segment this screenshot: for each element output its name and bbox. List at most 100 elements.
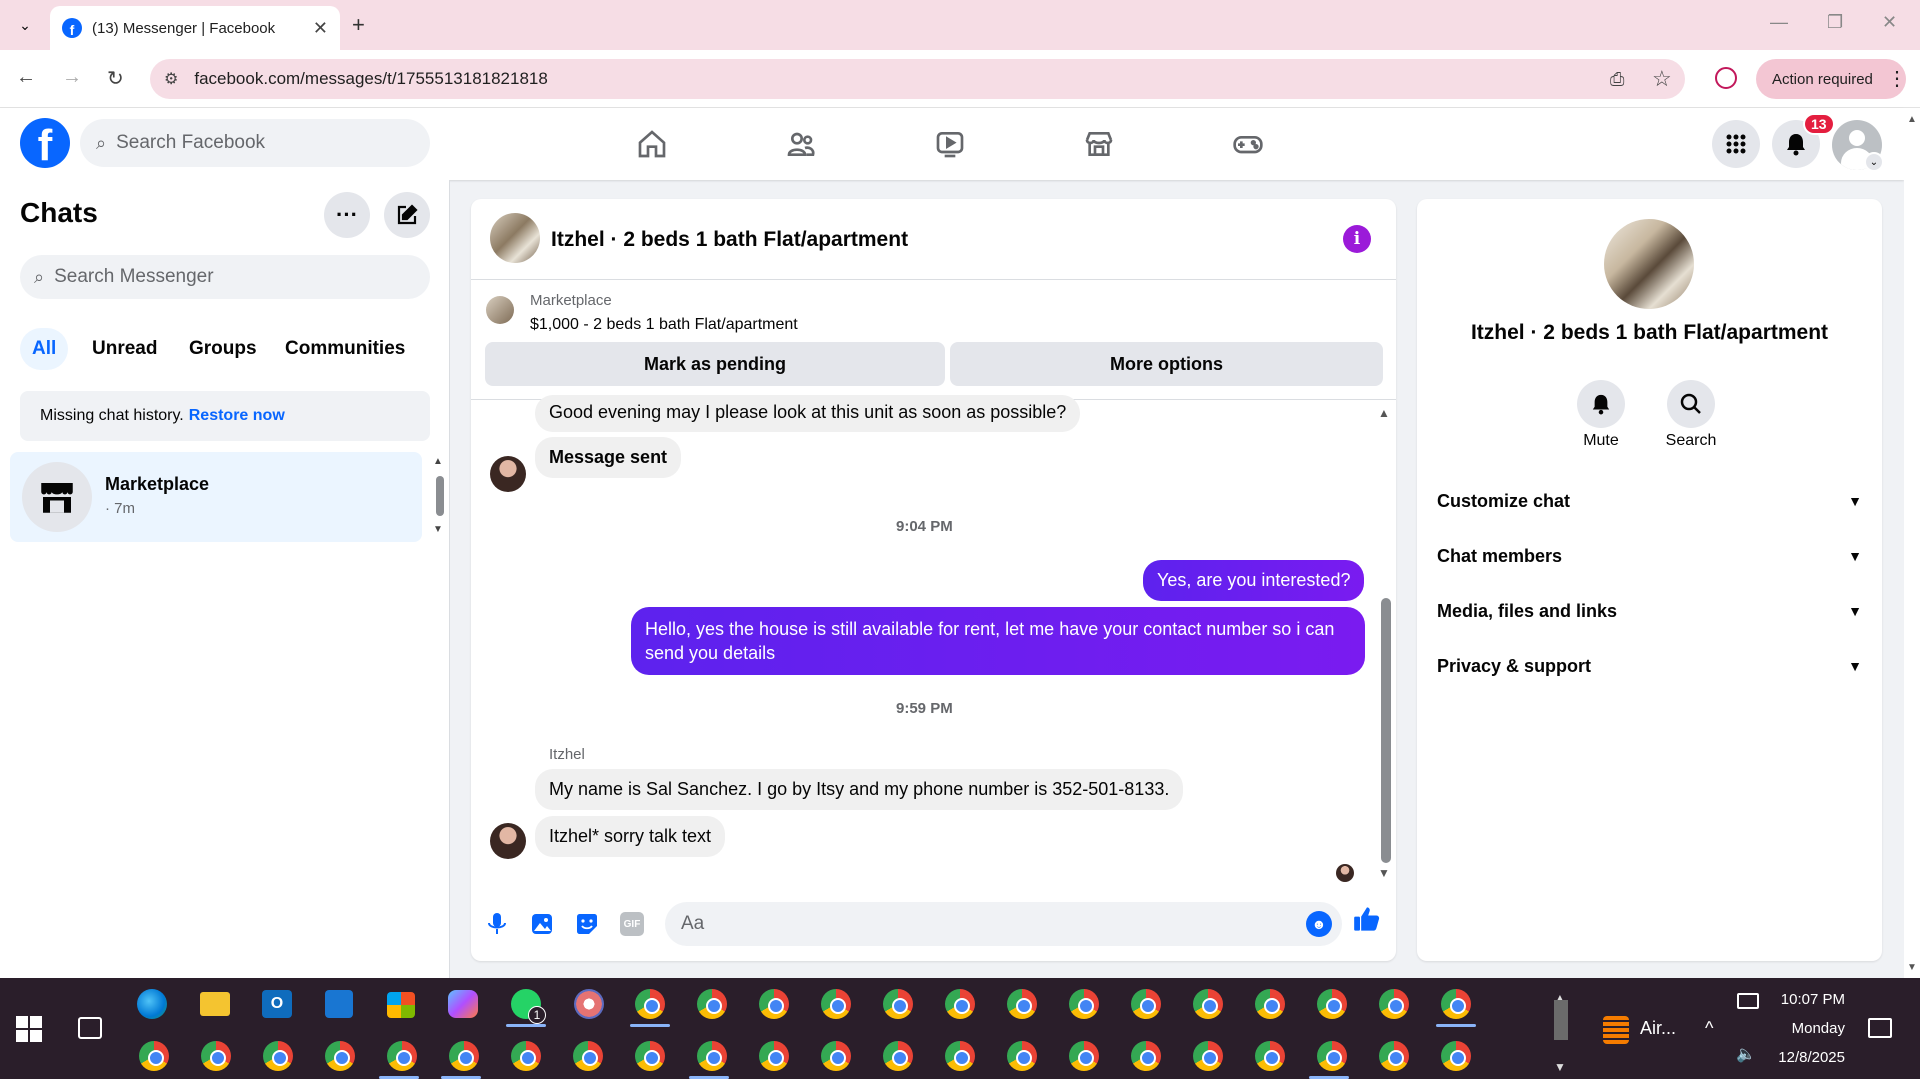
conversation-title[interactable]: Itzhel · 2 beds 1 bath Flat/apartment	[551, 228, 908, 252]
message-bubble-incoming[interactable]: My name is Sal Sanchez. I go by Itsy and…	[535, 769, 1184, 810]
chat-info-avatar[interactable]	[1604, 219, 1694, 309]
message-input[interactable]	[681, 913, 1261, 935]
microsoft-store-icon[interactable]	[387, 992, 415, 1018]
page-scroll-down-icon[interactable]: ▼	[1907, 962, 1917, 973]
chrome-window-icon[interactable]	[1317, 1041, 1347, 1071]
chrome-window-icon[interactable]	[1255, 1041, 1285, 1071]
conversation-scroll-up-icon[interactable]: ▲	[1378, 406, 1390, 420]
privacy-support-section[interactable]: Privacy & support ▼	[1437, 646, 1862, 686]
new-tab-icon[interactable]: +	[352, 12, 365, 38]
clock-day[interactable]: Monday	[1773, 1020, 1845, 1037]
conversation-scroll-down-icon[interactable]: ▼	[1378, 866, 1390, 880]
chats-scroll-down-icon[interactable]: ▼	[433, 524, 443, 535]
chrome-window-icon[interactable]	[1379, 1041, 1409, 1071]
browser-tab[interactable]: f (13) Messenger | Facebook ✕	[50, 6, 340, 50]
chrome-window-icon[interactable]	[883, 1041, 913, 1071]
facebook-search-input[interactable]	[116, 132, 367, 154]
menu-grid-icon[interactable]	[1712, 120, 1760, 168]
message-composer[interactable]	[665, 902, 1342, 946]
marketplace-icon[interactable]	[1074, 122, 1124, 166]
page-scrollbar[interactable]	[1904, 108, 1920, 978]
calendar-icon[interactable]	[325, 990, 353, 1018]
messenger-search-input[interactable]	[54, 266, 395, 288]
chrome-window-icon[interactable]	[697, 989, 727, 1019]
new-message-button[interactable]	[384, 192, 430, 238]
copilot-icon[interactable]	[448, 990, 478, 1018]
customize-chat-section[interactable]: Customize chat ▼	[1437, 481, 1862, 521]
chats-options-button[interactable]: ···	[324, 192, 370, 238]
filter-groups[interactable]: Groups	[177, 328, 269, 370]
chat-members-section[interactable]: Chat members ▼	[1437, 536, 1862, 576]
taskbar-scrollbar-thumb[interactable]	[1554, 1000, 1568, 1040]
chrome-window-icon[interactable]	[1441, 989, 1471, 1019]
conversation-info-icon[interactable]: i	[1343, 225, 1371, 253]
video-icon[interactable]	[925, 122, 975, 166]
chrome-window-icon[interactable]	[759, 1041, 789, 1071]
chrome-window-icon[interactable]	[821, 1041, 851, 1071]
chrome-window-icon[interactable]	[449, 1041, 479, 1071]
restore-icon[interactable]: ❐	[1827, 12, 1843, 33]
chrome-window-icon[interactable]	[635, 989, 665, 1019]
profile-icon[interactable]	[1715, 67, 1737, 89]
chrome-window-icon[interactable]	[1317, 989, 1347, 1019]
page-scroll-up-icon[interactable]: ▲	[1907, 114, 1917, 125]
edge-icon[interactable]	[137, 989, 167, 1019]
mark-as-pending-button[interactable]: Mark as pending	[485, 342, 945, 386]
home-icon[interactable]	[627, 122, 677, 166]
browser-menu-icon[interactable]: ⋮	[1887, 66, 1907, 91]
chrome-window-icon[interactable]	[1255, 989, 1285, 1019]
message-bubble-incoming[interactable]: Good evening may I please look at this u…	[535, 395, 1081, 432]
volume-icon[interactable]: 🔈	[1736, 1044, 1756, 1064]
chrome-window-icon[interactable]	[1007, 989, 1037, 1019]
messenger-search[interactable]: ⌕	[20, 255, 430, 299]
omnibox[interactable]: ⚙ facebook.com/messages/t/17555131818218…	[150, 59, 1685, 99]
message-bubble-outgoing[interactable]: Hello, yes the house is still available …	[631, 607, 1365, 675]
chrome-window-icon[interactable]	[1131, 1041, 1161, 1071]
message-bubble-outgoing[interactable]: Yes, are you interested?	[1143, 560, 1365, 601]
chrome-window-icon[interactable]	[821, 989, 851, 1019]
gif-icon[interactable]: GIF	[620, 912, 644, 936]
media-files-links-section[interactable]: Media, files and links ▼	[1437, 591, 1862, 631]
tab-close-icon[interactable]: ✕	[313, 18, 328, 39]
notification-center-icon[interactable]	[1868, 1018, 1892, 1038]
conversation-scrollbar-thumb[interactable]	[1381, 598, 1391, 863]
facebook-logo-icon[interactable]: f	[20, 118, 70, 168]
chats-scroll-up-icon[interactable]: ▲	[433, 456, 443, 467]
reload-icon[interactable]: ↻	[107, 66, 124, 91]
chrome-window-icon[interactable]	[635, 1041, 665, 1071]
forward-icon[interactable]: →	[62, 66, 82, 89]
restore-now-link[interactable]: Restore now	[189, 407, 285, 425]
chrome-window-icon[interactable]	[1069, 1041, 1099, 1071]
conversation-avatar[interactable]	[490, 213, 540, 263]
clock-time[interactable]: 10:07 PM	[1773, 991, 1845, 1008]
emoji-icon[interactable]: ☻	[1306, 911, 1332, 937]
back-icon[interactable]: ←	[16, 66, 36, 89]
site-settings-icon[interactable]: ⚙	[164, 69, 178, 89]
gaming-icon[interactable]	[1223, 122, 1273, 166]
chrome-window-icon[interactable]	[1131, 989, 1161, 1019]
clock-date[interactable]: 12/8/2025	[1773, 1049, 1845, 1066]
chrome-window-icon[interactable]	[1069, 989, 1099, 1019]
chrome-window-icon[interactable]	[945, 1041, 975, 1071]
chrome-window-icon[interactable]	[883, 989, 913, 1019]
message-bubble-incoming[interactable]: Itzhel* sorry talk text	[535, 816, 726, 857]
thumbs-up-like-icon[interactable]	[1353, 905, 1381, 940]
chrome-window-icon[interactable]	[945, 989, 975, 1019]
filter-unread[interactable]: Unread	[80, 328, 169, 370]
tab-list-chevron-icon[interactable]: ⌄	[10, 10, 40, 40]
bookmark-star-icon[interactable]: ☆	[1652, 66, 1672, 92]
sender-avatar[interactable]	[490, 823, 526, 859]
listing-thumbnail[interactable]	[486, 296, 514, 324]
window-close-icon[interactable]: ✕	[1882, 12, 1897, 33]
action-required-button[interactable]: Action required	[1756, 59, 1906, 99]
minimize-icon[interactable]: —	[1770, 12, 1788, 33]
chrome-window-icon[interactable]	[263, 1041, 293, 1071]
chrome-window-icon[interactable]	[1007, 1041, 1037, 1071]
photo-icon[interactable]	[527, 909, 557, 939]
chrome-window-icon[interactable]	[1379, 989, 1409, 1019]
message-bubble-incoming[interactable]: Message sent	[535, 437, 682, 478]
sticker-icon[interactable]	[572, 909, 602, 939]
paint-icon[interactable]	[574, 989, 604, 1019]
chrome-window-icon[interactable]	[511, 1041, 541, 1071]
filter-all[interactable]: All	[20, 328, 69, 370]
